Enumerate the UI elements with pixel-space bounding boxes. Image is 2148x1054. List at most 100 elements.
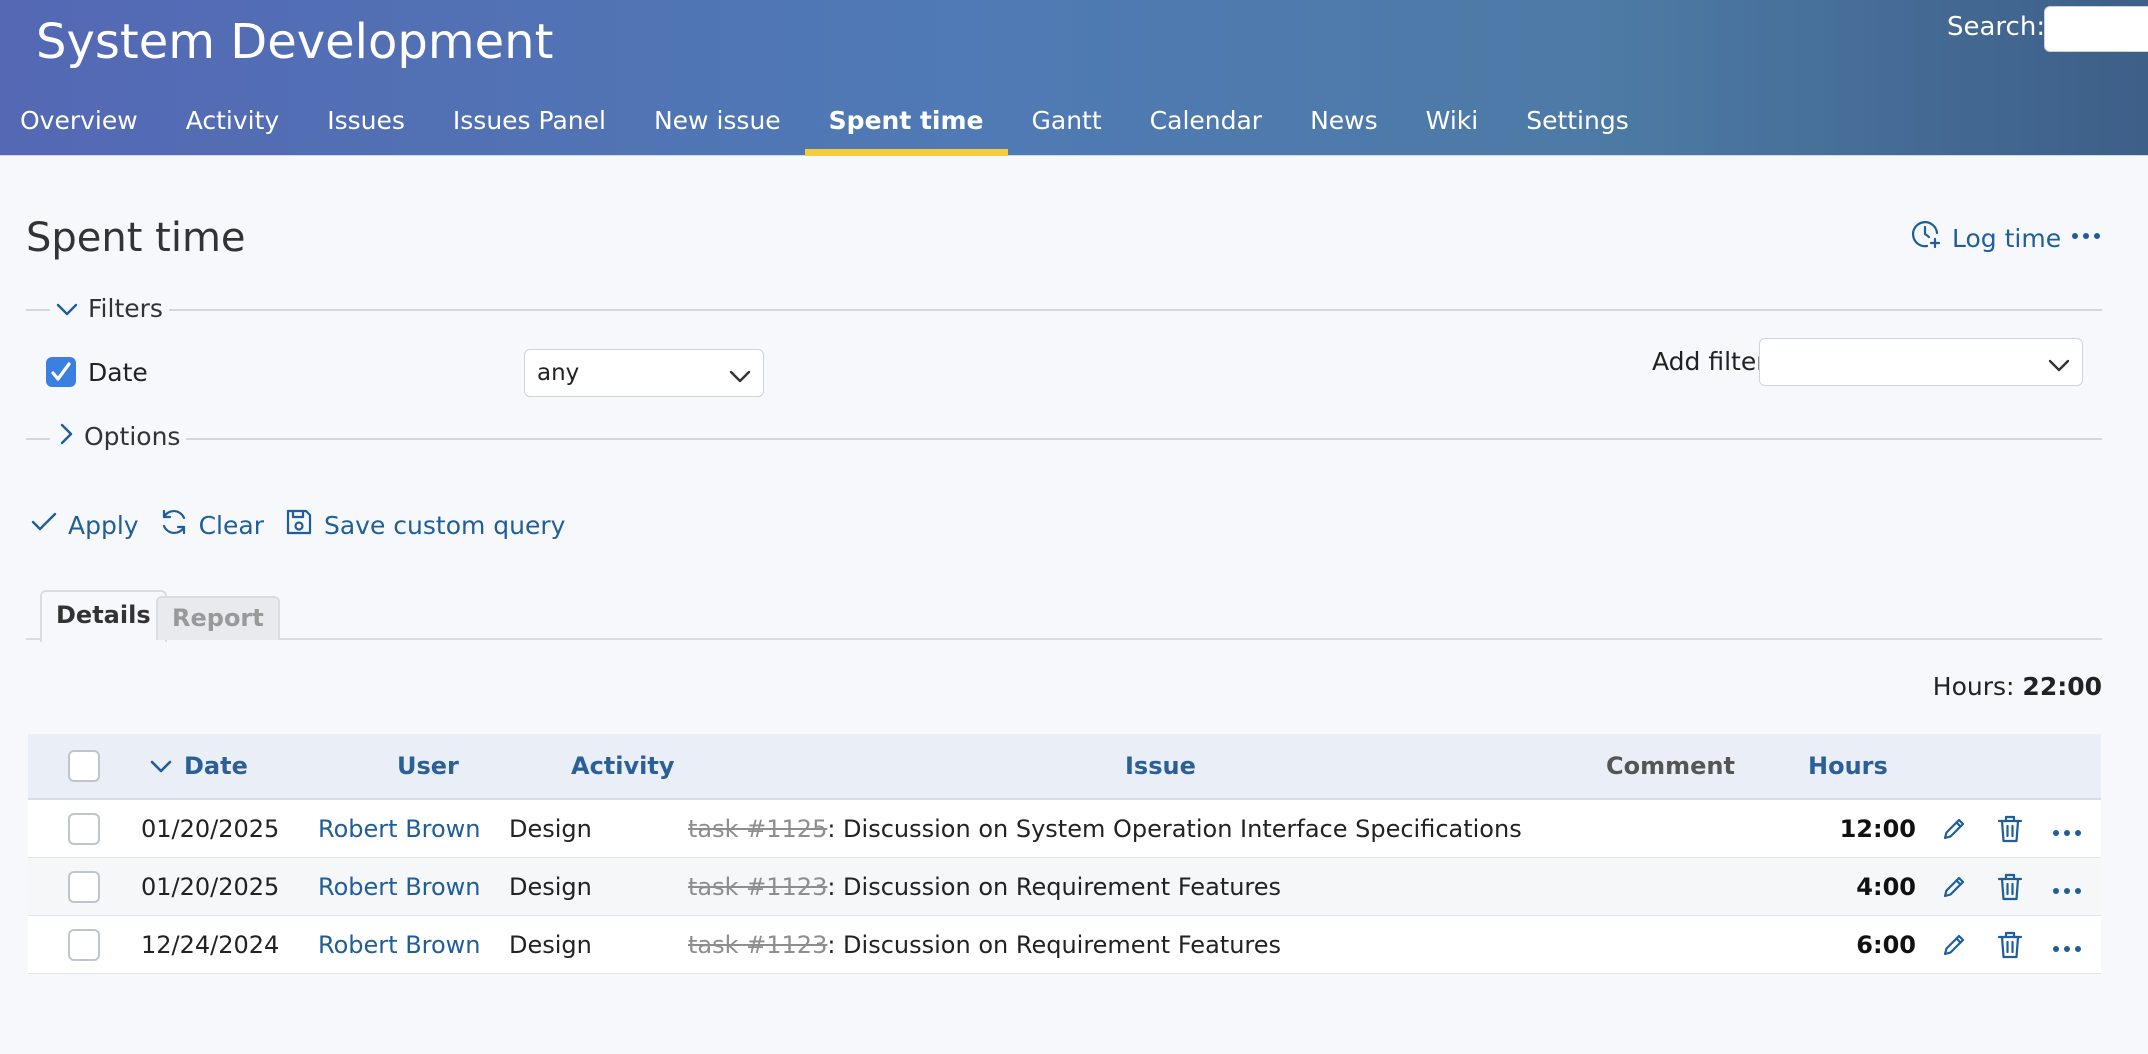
menu-item-spent-time[interactable]: Spent time <box>804 96 1008 156</box>
menu-item-activity[interactable]: Activity <box>162 96 304 156</box>
row-checkbox[interactable] <box>68 870 100 903</box>
options-toggle[interactable]: Options <box>50 422 187 451</box>
save-query-button[interactable]: Save custom query <box>284 507 566 543</box>
row-more-button[interactable] <box>2049 927 2085 963</box>
row-user-link[interactable]: Robert Brown <box>318 858 481 915</box>
column-header-date-label: Date <box>184 752 248 780</box>
log-time-button[interactable]: Log time <box>1910 219 2061 257</box>
column-header-issue[interactable]: Issue <box>1125 734 1196 798</box>
search-input[interactable] <box>2044 6 2148 52</box>
trash-icon[interactable] <box>1992 927 2028 963</box>
select-all-checkbox[interactable] <box>68 750 100 782</box>
table-body: 01/20/2025 Robert Brown Design task #1125: … <box>28 800 2101 974</box>
options-legend: Options <box>84 422 181 451</box>
refresh-icon <box>159 507 189 543</box>
row-hours: 6:00 <box>1856 930 1916 959</box>
row-date: 01/20/2025 <box>141 814 280 843</box>
chevron-down-icon <box>56 294 78 323</box>
menu-item-issues-panel[interactable]: Issues Panel <box>429 96 630 156</box>
hours-total-value: 22:00 <box>2022 672 2102 701</box>
ellipsis-icon <box>2052 931 2082 959</box>
row-checkbox[interactable] <box>68 812 100 845</box>
table-row: 01/20/2025 Robert Brown Design task #1125: … <box>28 800 2101 858</box>
menu-item-new-issue[interactable]: New issue <box>630 96 805 156</box>
row-issue: task #1125: Discussion on System Operati… <box>688 800 1522 857</box>
chevron-down-icon <box>729 364 751 390</box>
row-issue-subject: : Discussion on Requirement Features <box>827 930 1282 959</box>
filters-divider <box>26 309 2102 311</box>
row-date: 12/24/2024 <box>141 930 280 959</box>
column-header-hours[interactable]: Hours <box>1808 734 1888 798</box>
tab-details[interactable]: Details <box>40 590 167 642</box>
row-issue-subject: : Discussion on System Operation Interfa… <box>827 814 1522 843</box>
column-header-user[interactable]: User <box>397 734 459 798</box>
select-all-cell <box>68 734 100 798</box>
check-icon <box>30 510 58 540</box>
menu-item-settings[interactable]: Settings <box>1502 96 1653 156</box>
ellipsis-icon <box>2052 873 2082 901</box>
row-checkbox[interactable] <box>68 928 100 961</box>
row-user-link[interactable]: Robert Brown <box>318 916 481 973</box>
save-query-label: Save custom query <box>323 510 566 540</box>
row-select-cell <box>68 916 100 973</box>
row-date: 01/20/2025 <box>141 872 280 901</box>
add-filter-select[interactable] <box>1759 338 2083 386</box>
column-header-date[interactable]: Date <box>150 734 248 798</box>
menu-item-gantt[interactable]: Gantt <box>1008 96 1126 156</box>
column-header-comment: Comment <box>1606 752 1735 780</box>
row-issue-link[interactable]: task #1123 <box>688 931 827 959</box>
check-icon <box>51 362 71 381</box>
row-more-button[interactable] <box>2049 811 2085 847</box>
menu-item-calendar[interactable]: Calendar <box>1126 96 1286 156</box>
date-operator-select[interactable]: any <box>524 349 764 397</box>
project-title[interactable]: System Development <box>36 14 553 70</box>
query-actions: Apply Clear Save custom query <box>30 507 585 543</box>
pencil-icon[interactable] <box>1936 927 1972 963</box>
search-label: Search: <box>1947 12 2046 42</box>
top-header: System Development Search: Overview Activ… <box>0 0 2148 156</box>
row-issue: task #1123: Discussion on Requirement Fe… <box>688 916 1281 973</box>
chevron-down-icon <box>2048 353 2070 379</box>
pencil-icon[interactable] <box>1936 869 1972 905</box>
row-select-cell <box>68 858 100 915</box>
main-content: Spent time Log time Filters Date any Add… <box>0 157 2148 1054</box>
filter-date-row: Date <box>46 357 148 387</box>
trash-icon[interactable] <box>1992 869 2028 905</box>
pencil-icon[interactable] <box>1936 811 1972 847</box>
clock-plus-icon <box>1910 219 1942 257</box>
menu-item-wiki[interactable]: Wiki <box>1402 96 1503 156</box>
sort-desc-icon <box>150 752 172 780</box>
page-more-button[interactable] <box>2068 219 2104 249</box>
row-select-cell <box>68 800 100 857</box>
menu-item-overview[interactable]: Overview <box>0 96 162 156</box>
row-issue-link[interactable]: task #1125 <box>688 815 827 843</box>
row-issue-link[interactable]: task #1123 <box>688 873 827 901</box>
chevron-right-icon <box>56 422 74 451</box>
row-more-button[interactable] <box>2049 869 2085 905</box>
filter-date-label: Date <box>88 357 148 387</box>
clear-button[interactable]: Clear <box>159 507 264 543</box>
ellipsis-icon <box>2071 225 2101 244</box>
options-divider <box>26 438 2102 440</box>
menu-item-issues[interactable]: Issues <box>303 96 429 156</box>
table-row: 01/20/2025 Robert Brown Design task #1123: … <box>28 858 2101 916</box>
hours-total-label: Hours: <box>1932 672 2015 701</box>
tab-report[interactable]: Report <box>156 596 280 640</box>
trash-icon[interactable] <box>1992 811 2028 847</box>
row-hours: 4:00 <box>1856 872 1916 901</box>
time-entries-table: Date User Activity Issue Comment Hours 0… <box>28 734 2101 974</box>
apply-button[interactable]: Apply <box>30 510 139 540</box>
filters-toggle[interactable]: Filters <box>50 294 169 323</box>
row-user-link[interactable]: Robert Brown <box>318 800 481 857</box>
row-activity: Design <box>509 930 592 959</box>
filters-legend: Filters <box>88 294 163 323</box>
menu-item-news[interactable]: News <box>1286 96 1402 156</box>
column-header-activity[interactable]: Activity <box>571 734 675 798</box>
row-hours: 12:00 <box>1839 814 1916 843</box>
table-row: 12/24/2024 Robert Brown Design task #1123: … <box>28 916 2101 974</box>
row-issue: task #1123: Discussion on Requirement Fe… <box>688 858 1281 915</box>
date-operator-value: any <box>537 360 580 386</box>
filter-date-checkbox[interactable] <box>46 357 76 387</box>
view-tabs: Details Report <box>26 590 2102 642</box>
main-menu: Overview Activity Issues Issues Panel New is… <box>0 96 1653 156</box>
